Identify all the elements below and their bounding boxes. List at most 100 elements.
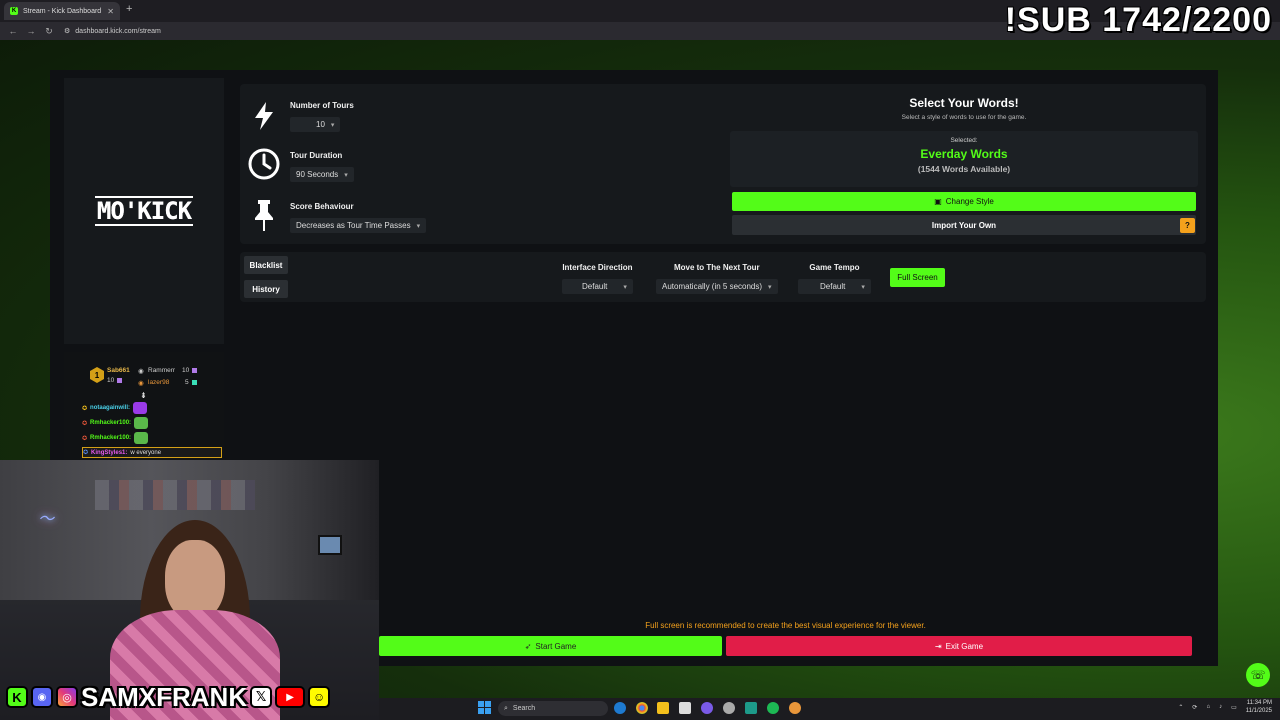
score-select[interactable]: Decreases as Tour Time Passes ▾ <box>290 218 427 233</box>
chevron-down-icon: ▾ <box>344 171 348 179</box>
duration-value: 90 Seconds <box>296 170 339 179</box>
start-game-button[interactable]: ➶ Start Game <box>379 636 722 656</box>
duration-select[interactable]: 90 Seconds ▾ <box>290 167 354 182</box>
badge-icon: ✪ <box>82 420 88 427</box>
tempo-label: Game Tempo <box>809 263 860 272</box>
score-gem-icon <box>192 368 197 373</box>
taskbar-search[interactable]: ⌕ Search <box>498 701 608 716</box>
site-info-icon[interactable]: ⚙ <box>64 27 70 35</box>
chat-username[interactable]: KingStyles1: <box>91 450 127 456</box>
clock-icon <box>246 146 282 182</box>
edge-icon[interactable] <box>614 702 626 714</box>
clock-date: 11/1/2025 <box>1245 708 1272 714</box>
discord-taskbar-icon[interactable] <box>701 702 713 714</box>
kick-favicon-icon: K <box>10 7 18 15</box>
speaker-icon[interactable]: ♪ <box>1219 704 1222 710</box>
chrome-profile-icon[interactable] <box>789 702 801 714</box>
url-field[interactable]: ⚙ dashboard.kick.com/stream <box>64 27 161 36</box>
swap-icon: ▣ <box>934 197 942 206</box>
clock-time: 11:34 PM <box>1246 700 1272 706</box>
streamer-handle: SAMXFRANK <box>81 681 248 712</box>
leader-1-score: 10 <box>107 377 115 384</box>
youtube-icon: ▶ <box>275 686 306 708</box>
chat-username[interactable]: Rmhacker100: <box>90 435 131 441</box>
tab-title: Stream - Kick Dashboard <box>23 7 102 15</box>
emote-icon <box>134 417 149 429</box>
leader-1-name: Sab661 <box>107 367 130 374</box>
spotify-icon[interactable] <box>767 702 779 714</box>
discord-icon: ◉ <box>31 686 53 708</box>
reload-icon[interactable]: ↻ <box>44 26 54 37</box>
direction-control: Interface Direction Default ▾ <box>562 263 633 294</box>
words-title: Select Your Words! <box>909 96 1019 110</box>
change-style-label: Change Style <box>945 197 994 206</box>
neon-sign: 〜 <box>38 511 55 528</box>
chat-message-highlighted: ✪ KingStyles1: w everyone <box>82 447 223 458</box>
close-tab-icon[interactable]: ✕ <box>107 7 114 16</box>
chat-text: w everyone <box>130 449 162 456</box>
pin-icon <box>246 197 282 233</box>
sync-icon[interactable]: ⟳ <box>1192 704 1197 711</box>
webcam-shelf <box>95 480 255 510</box>
back-icon[interactable]: ← <box>8 26 18 36</box>
badge-icon: ✪ <box>82 435 88 442</box>
full-screen-button[interactable]: Full Screen <box>890 268 945 287</box>
help-icon[interactable]: ? <box>1180 218 1195 233</box>
history-button[interactable]: History <box>244 280 288 298</box>
badge-icon: ✪ <box>82 405 88 412</box>
chevron-down-icon: ▾ <box>623 283 627 291</box>
leader-2-score: 10 <box>182 367 190 374</box>
new-tab-icon[interactable]: + <box>126 3 132 15</box>
url-text: dashboard.kick.com/stream <box>75 27 161 35</box>
network-icon[interactable]: ⌂ <box>1206 704 1210 710</box>
chrome-icon[interactable] <box>636 702 648 714</box>
change-style-button[interactable]: ▣ Change Style <box>732 192 1196 211</box>
social-bar: K ◉ ◎ SAMXFRANK 𝕏 ▶ ☺ <box>6 681 331 712</box>
leader-3-name: lazer98 <box>148 379 170 386</box>
score-gem-icon <box>117 378 122 383</box>
leader-2-name: Rammerr <box>148 367 176 374</box>
next-tour-value: Automatically (in 5 seconds) <box>662 282 763 291</box>
start-game-label: Start Game <box>535 641 577 651</box>
leader-3-score: 5 <box>185 379 189 386</box>
file-explorer-icon[interactable] <box>657 702 669 714</box>
battery-icon[interactable]: ▭ <box>1231 704 1237 711</box>
support-chat-icon[interactable]: ☏ <box>1246 663 1270 687</box>
emote-icon <box>133 402 148 414</box>
streamer-face <box>165 540 225 620</box>
logo-panel: MO'KICK <box>64 78 224 344</box>
chevron-down-icon: ▾ <box>416 222 421 230</box>
windows-start-icon[interactable] <box>478 701 491 714</box>
forward-icon[interactable]: → <box>26 26 36 36</box>
sub-goal-overlay: !SUB 1742/2200 <box>1004 1 1272 39</box>
tempo-control: Game Tempo Default ▾ <box>798 263 871 294</box>
direction-select[interactable]: Default ▾ <box>562 279 633 294</box>
settings-gear-icon[interactable] <box>723 702 735 714</box>
exit-game-button[interactable]: ⇥ Exit Game <box>726 636 1192 656</box>
silver-medal-icon: ◉ <box>138 368 144 375</box>
blacklist-button[interactable]: Blacklist <box>244 256 288 274</box>
search-icon: ⌕ <box>504 704 508 712</box>
webcam-monitor <box>318 535 342 555</box>
browser-tab[interactable]: K Stream - Kick Dashboard ✕ <box>4 2 120 20</box>
taskbar-search-label: Search <box>512 705 536 712</box>
chat-username[interactable]: notaagainwill: <box>90 405 130 411</box>
chat-message: ✪ Rmhacker100: <box>82 432 149 444</box>
bronze-medal-icon: ◉ <box>138 380 144 387</box>
next-tour-select[interactable]: Automatically (in 5 seconds) ▾ <box>656 279 778 294</box>
obs-icon[interactable] <box>745 702 757 714</box>
clock[interactable]: 11:34 PM 11/1/2025 <box>1246 699 1272 715</box>
kick-icon: K <box>6 686 28 708</box>
chat-username[interactable]: Rmhacker100: <box>90 420 131 426</box>
score-value: Decreases as Tour Time Passes <box>296 221 411 230</box>
words-count: (1544 Words Available) <box>917 164 1011 174</box>
exit-icon: ⇥ <box>934 641 942 651</box>
tempo-select[interactable]: Default ▾ <box>798 279 871 294</box>
chat-message: ✪ notaagainwill: <box>82 402 148 414</box>
next-tour-label: Move to The Next Tour <box>673 263 760 272</box>
tours-select[interactable]: 10 ▾ <box>290 117 341 132</box>
import-words-button[interactable]: Import Your Own <box>732 215 1196 235</box>
selected-style-name: Everday Words <box>920 147 1008 161</box>
chevron-up-icon[interactable]: ⌃ <box>1178 704 1183 711</box>
notepad-icon[interactable] <box>679 702 691 714</box>
